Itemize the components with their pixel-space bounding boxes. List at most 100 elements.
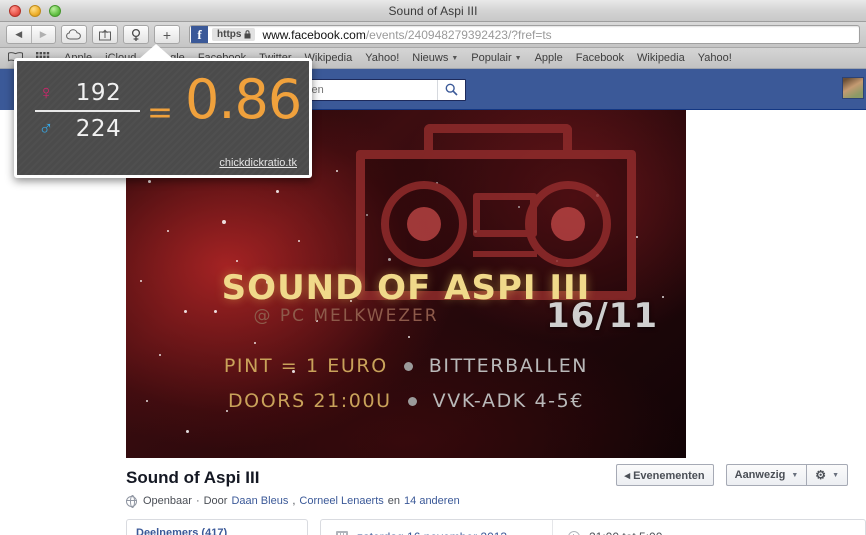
bookmark-label: Yahoo!: [365, 52, 400, 64]
boombox-speaker-left: [381, 181, 467, 267]
privacy-label: Openbaar: [143, 495, 192, 507]
event-meta: Openbaar · Door Daan Bleus, Corneel Lena…: [125, 495, 460, 509]
bookmark-label: Facebook: [575, 52, 625, 64]
address-bar[interactable]: f https www.facebook.com/events/24094827…: [189, 25, 860, 44]
bookmark-label: Nieuws: [412, 52, 449, 64]
event-details-card: zaterdag 16 november 2013 21:00 tot 5:00…: [320, 519, 866, 535]
avatar[interactable]: [842, 77, 864, 99]
male-count: 224: [75, 116, 122, 142]
https-indicator[interactable]: https: [212, 28, 256, 41]
female-row: ♀ 192: [35, 78, 140, 108]
cover-tickets-text: VVK-ADK 4-5€: [432, 390, 585, 412]
rsvp-label: Aanwezig: [734, 469, 786, 481]
host-link-2[interactable]: Corneel Lenaerts: [299, 495, 383, 507]
boombox-speaker-right: [525, 181, 611, 267]
bookmark-label: Apple: [534, 52, 563, 64]
by-label: Door: [203, 495, 228, 507]
search-button[interactable]: [437, 79, 465, 100]
url-host: www.facebook.com: [262, 27, 366, 42]
reader-button[interactable]: [123, 25, 149, 44]
host-link-1[interactable]: Daan Bleus: [231, 495, 288, 507]
window-title: Sound of Aspi III: [388, 3, 478, 18]
extension-website-link[interactable]: chickdickratio.tk: [219, 157, 297, 169]
bookmark-apple-2[interactable]: Apple: [535, 52, 563, 64]
bookmark-label: Yahoo!: [697, 52, 732, 64]
ratio-value: 0.86: [185, 68, 302, 131]
bullet-dot-icon: [403, 361, 413, 371]
popup-arrow: [139, 44, 173, 59]
chevron-down-icon: ▼: [791, 471, 799, 479]
globe-icon: [125, 495, 137, 509]
chevron-down-icon: ▼: [451, 54, 459, 62]
male-row: ♂ 224: [35, 114, 140, 144]
zoom-window-button[interactable]: [49, 4, 61, 17]
chevron-down-icon: ▼: [514, 54, 522, 62]
ratio-extension-popup: ♀ 192 ♂ 224 = 0.86 chickdickratio.tk: [14, 58, 312, 178]
cover-doors-text: DOORS 21:00U: [227, 390, 392, 412]
meta-separator: ·: [195, 495, 200, 507]
back-to-events-button[interactable]: ◂ Evenementen: [615, 464, 714, 486]
close-window-button[interactable]: [9, 4, 21, 17]
bookmark-yahoo-2[interactable]: Yahoo!: [698, 52, 732, 64]
bullet-dot-icon: [407, 396, 417, 406]
male-symbol-icon: ♂: [38, 118, 54, 140]
search-icon: [445, 83, 458, 96]
safari-window: Sound of Aspi III ◀ ▶ + f https www.face…: [0, 0, 866, 535]
back-to-events-label: ◂ Evenementen: [624, 469, 705, 482]
event-settings-button[interactable]: ⚙ ▼: [806, 464, 848, 486]
cover-snacks-text: BITTERBALLEN: [428, 355, 589, 377]
share-button[interactable]: [92, 25, 118, 44]
rsvp-button[interactable]: Aanwezig ▼: [725, 464, 807, 486]
new-tab-button[interactable]: +: [154, 25, 180, 44]
cover-price-text: PINT = 1 EURO: [223, 355, 388, 377]
rsvp-button-group: Aanwezig ▼ ⚙ ▼: [725, 464, 848, 486]
other-hosts-link[interactable]: 14 anderen: [404, 495, 460, 507]
fraction-divider: [35, 110, 140, 112]
and-label: en: [387, 495, 401, 507]
event-date-text[interactable]: zaterdag 16 november 2013: [357, 530, 507, 535]
female-count: 192: [75, 80, 122, 106]
url-path: /events/240948279392423/?fref=ts: [365, 27, 552, 42]
attendees-card: Deelnemers (417) Jensen Bernard × Marie …: [126, 519, 308, 535]
back-icon[interactable]: ◀: [7, 26, 32, 43]
bookmark-wikipedia-2[interactable]: Wikipedia: [637, 52, 685, 64]
minimize-window-button[interactable]: [29, 4, 41, 17]
ratio-fraction: ♀ 192 ♂ 224: [35, 78, 140, 144]
attendees-heading: Deelnemers (417): [136, 527, 228, 535]
event-time-text: 21:00 tot 5:00: [589, 530, 662, 535]
compass-needle-icon: [131, 28, 141, 41]
scheme-label: https: [217, 29, 242, 40]
event-when-row: zaterdag 16 november 2013 21:00 tot 5:00: [321, 520, 865, 535]
window-traffic-lights: [9, 4, 61, 17]
bookmark-facebook-2[interactable]: Facebook: [576, 52, 624, 64]
cloud-icon: [66, 29, 81, 40]
cover-date: 16/11: [545, 296, 658, 336]
bookmark-folder-nieuws[interactable]: Nieuws ▼: [412, 52, 458, 64]
event-date-cell[interactable]: zaterdag 16 november 2013: [321, 520, 553, 535]
event-action-buttons: ◂ Evenementen Aanwezig ▼ ⚙ ▼: [615, 464, 848, 486]
female-symbol-icon: ♀: [38, 82, 54, 104]
page-title: Sound of Aspi III: [126, 468, 260, 487]
meta-comma: ,: [292, 495, 296, 507]
boombox-controls: [473, 251, 537, 261]
equals-sign: =: [147, 95, 173, 131]
bookmark-yahoo-1[interactable]: Yahoo!: [365, 52, 399, 64]
bookmark-label: Wikipedia: [637, 52, 685, 64]
forward-icon[interactable]: ▶: [32, 26, 56, 43]
chevron-down-icon: ▼: [832, 471, 839, 479]
site-favicon: f: [191, 26, 208, 43]
cover-info-line-2: DOORS 21:00U VVK-ADK 4-5€: [126, 390, 686, 412]
boombox-cassette-deck: [473, 193, 537, 237]
plus-icon: +: [162, 26, 172, 43]
bookmark-label: Populair: [471, 52, 512, 64]
lock-icon: [244, 30, 251, 39]
window-titlebar: Sound of Aspi III: [0, 0, 866, 22]
share-icon: [99, 28, 111, 40]
icloud-tabs-button[interactable]: [61, 25, 87, 44]
bookmark-folder-populair[interactable]: Populair ▼: [471, 52, 521, 64]
url-text: www.facebook.com/events/240948279392423/…: [262, 28, 551, 42]
gear-icon: ⚙: [815, 468, 827, 482]
nav-buttons[interactable]: ◀ ▶: [6, 25, 56, 44]
event-header: Sound of Aspi III Openbaar · Door Daan B…: [125, 458, 866, 514]
browser-toolbar: ◀ ▶ + f https www.facebook.com/events/24…: [0, 22, 866, 48]
